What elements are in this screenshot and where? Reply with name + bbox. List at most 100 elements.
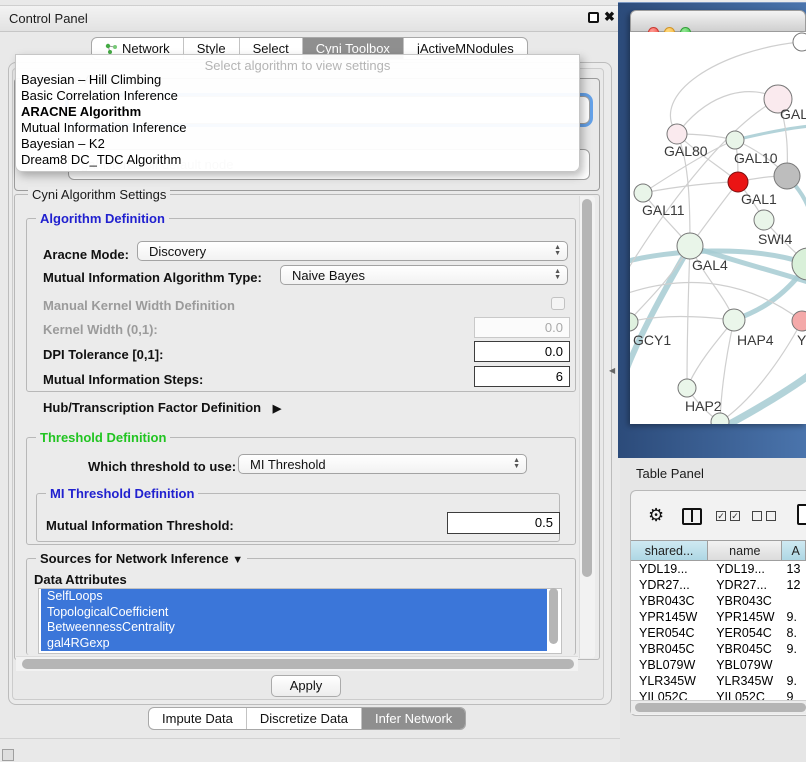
settings-vertical-scrollbar-thumb[interactable] [582,199,592,577]
network-node-label: GAL1 [741,191,777,207]
select-all-checkboxes-icon[interactable]: ✓✓ [716,511,740,521]
settings-horizontal-scrollbar-thumb[interactable] [22,659,574,669]
attribute-item-gal4rgexp[interactable]: gal4RGexp [41,636,547,652]
sources-group-title[interactable]: Sources for Network Inference ▼ [36,551,247,566]
network-node[interactable] [774,163,800,189]
network-node-hap2[interactable] [678,379,696,397]
table-panel-title: Table Panel [636,466,704,481]
table-row[interactable]: YBL079WYBL079W [631,657,806,673]
network-node-label: SWI4 [758,231,792,247]
algorithm-item-aracne[interactable]: ARACNE Algorithm [16,104,579,120]
sources-title-label: Sources for Network Inference [40,551,229,566]
table-row[interactable]: YBR045CYBR045C9. [631,641,806,657]
stepper-arrows-icon: ▲▼ [513,455,520,473]
control-panel-region: Control Panel ✖ Network Style Select Cyn… [0,0,620,762]
algorithm-item-bayesian-hill-climbing[interactable]: Bayesian – Hill Climbing [16,72,579,88]
network-node-label: GAL80 [664,143,708,159]
table-row[interactable]: YLR345WYLR345W9. [631,673,806,689]
gear-icon[interactable]: ⚙ [648,505,664,526]
attributes-scrollbar[interactable] [549,588,558,644]
network-node-swi4[interactable] [754,210,774,230]
dpi-tolerance-label: DPI Tolerance [0,1]: [43,347,163,362]
mi-steps-field[interactable]: 6 [474,366,570,387]
apply-button[interactable]: Apply [271,675,341,697]
table-row[interactable]: YIL052CYIL052C9 [631,689,806,700]
mi-type-combo[interactable]: Naive Bayes ▲▼ [280,265,568,285]
algorithm-dropdown-popup: Select algorithm to view settings Bayesi… [15,54,580,172]
deselect-all-checkboxes-icon[interactable] [752,511,776,521]
control-panel-titlebar [0,5,620,32]
attribute-item-selfloops[interactable]: SelfLoops [41,589,547,605]
network-node-gal80[interactable] [667,124,687,144]
which-threshold-label: Which threshold to use: [88,459,236,474]
algorithm-item-dream8[interactable]: Dream8 DC_TDC Algorithm [16,152,579,168]
network-node-gal11[interactable] [634,184,652,202]
column-header-name[interactable]: name [708,540,782,561]
column-header-clipped[interactable]: A [782,540,806,561]
network-node-label: GAL4 [692,257,728,273]
network-node-label: GAL11 [642,202,685,218]
cyni-mode-tab-bar: Impute Data Discretize Data Infer Networ… [148,707,466,730]
table-row[interactable]: YDR27...YDR27...12 [631,577,806,593]
mi-type-value: Naive Bayes [292,268,365,283]
aracne-mode-combo[interactable]: Discovery ▲▼ [137,241,568,261]
splitpane-collapse-icon[interactable]: ◀ [609,366,615,375]
aracne-mode-value: Discovery [149,244,206,259]
table-row[interactable]: YBR043CYBR043C [631,593,806,609]
network-node-gal10[interactable] [726,131,744,149]
algorithm-item-basic-correlation[interactable]: Basic Correlation Inference [16,88,579,104]
table-row[interactable]: YER054CYER054C8. [631,625,806,641]
kernel-width-field[interactable]: 0.0 [474,317,570,338]
network-node-label: Y [797,332,806,348]
network-node-gal1[interactable] [728,172,748,192]
columns-icon[interactable] [682,508,702,525]
kernel-width-label: Kernel Width (0,1): [43,322,158,337]
data-attributes-list: SelfLoops TopologicalCoefficient Between… [38,588,562,654]
network-node-gal4[interactable] [677,233,703,259]
tab-impute-data[interactable]: Impute Data [149,708,247,729]
float-window-icon[interactable] [588,12,599,23]
network-node-label: HAP2 [685,398,722,414]
tab-discretize-data[interactable]: Discretize Data [247,708,362,729]
table-row[interactable]: YDL19...YDL19...13 [631,561,806,577]
table-row[interactable]: YPR145WYPR145W9. [631,609,806,625]
algorithm-popup-placeholder: Select algorithm to view settings [16,55,579,72]
hub-definition-toggle[interactable]: Hub/Transcription Factor Definition ▶ [43,400,281,415]
network-icon [105,43,118,55]
algorithm-item-bayesian-k2[interactable]: Bayesian – K2 [16,136,579,152]
resize-grip-icon[interactable] [2,749,14,761]
manual-kernel-label: Manual Kernel Width Definition [43,298,235,313]
control-panel-title: Control Panel [9,11,88,26]
tab-infer-network[interactable]: Infer Network [362,708,465,729]
attribute-item-betweennesscentrality[interactable]: BetweennessCentrality [41,620,547,636]
network-edge[interactable] [677,92,778,134]
threshold-definition-title: Threshold Definition [36,430,170,445]
network-window-titlebar[interactable] [630,10,806,32]
attribute-item-topologicalcoefficient[interactable]: TopologicalCoefficient [41,605,547,621]
network-node[interactable] [793,33,806,51]
network-node-label: GCY1 [633,332,671,348]
which-threshold-combo[interactable]: MI Threshold ▲▼ [238,454,527,474]
stepper-arrows-icon: ▲▼ [554,266,561,284]
network-edge[interactable] [726,376,806,424]
column-header-shared-name[interactable]: shared... [631,540,708,561]
network-graph[interactable]: GALGAL80GAL10GAL1GAL11SWI4GAL4GCY1HAP4YH… [630,32,806,424]
algorithm-item-mutual-information[interactable]: Mutual Information Inference [16,120,579,136]
network-edge[interactable] [735,126,806,140]
stepper-arrows-icon: ▲▼ [554,242,561,260]
export-table-icon[interactable] [797,504,806,525]
algorithm-definition-title: Algorithm Definition [36,211,169,226]
close-panel-icon[interactable]: ✖ [604,9,615,25]
table-horizontal-scrollbar-thumb[interactable] [635,703,806,712]
network-node-y[interactable] [792,311,806,331]
network-node-hap4[interactable] [723,309,745,331]
mi-threshold-field[interactable]: 0.5 [447,512,560,534]
screenshot-stage: Control Panel ✖ Network Style Select Cyn… [0,0,806,762]
mi-threshold-label: Mutual Information Threshold: [46,518,234,533]
network-canvas[interactable]: GALGAL80GAL10GAL1GAL11SWI4GAL4GCY1HAP4YH… [630,32,806,424]
manual-kernel-checkbox[interactable] [551,297,565,310]
network-node-gcy1[interactable] [630,313,638,331]
network-node[interactable] [711,413,729,424]
table-header-row: shared... name A [631,540,806,561]
dpi-tolerance-field[interactable]: 0.0 [474,341,570,362]
